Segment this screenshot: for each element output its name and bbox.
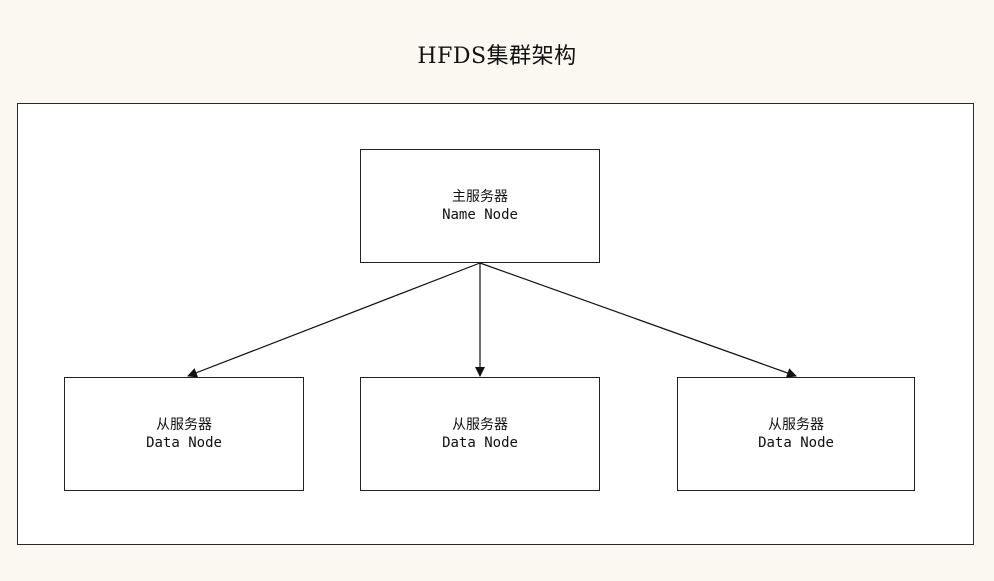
data-node-box-1: 从服务器 Data Node xyxy=(64,377,304,491)
data-node-box-2: 从服务器 Data Node xyxy=(360,377,600,491)
data-node-box-3: 从服务器 Data Node xyxy=(677,377,915,491)
data-node-3-label-en: Data Node xyxy=(758,435,834,451)
data-node-3-label-cn: 从服务器 xyxy=(768,417,824,433)
name-node-label-cn: 主服务器 xyxy=(452,189,508,205)
data-node-2-label-cn: 从服务器 xyxy=(452,417,508,433)
data-node-2-label-en: Data Node xyxy=(442,435,518,451)
name-node-label-en: Name Node xyxy=(442,207,518,223)
name-node-box: 主服务器 Name Node xyxy=(360,149,600,263)
data-node-1-label-cn: 从服务器 xyxy=(156,417,212,433)
diagram-title: HFDS集群架构 xyxy=(417,44,577,69)
data-node-1-label-en: Data Node xyxy=(146,435,222,451)
